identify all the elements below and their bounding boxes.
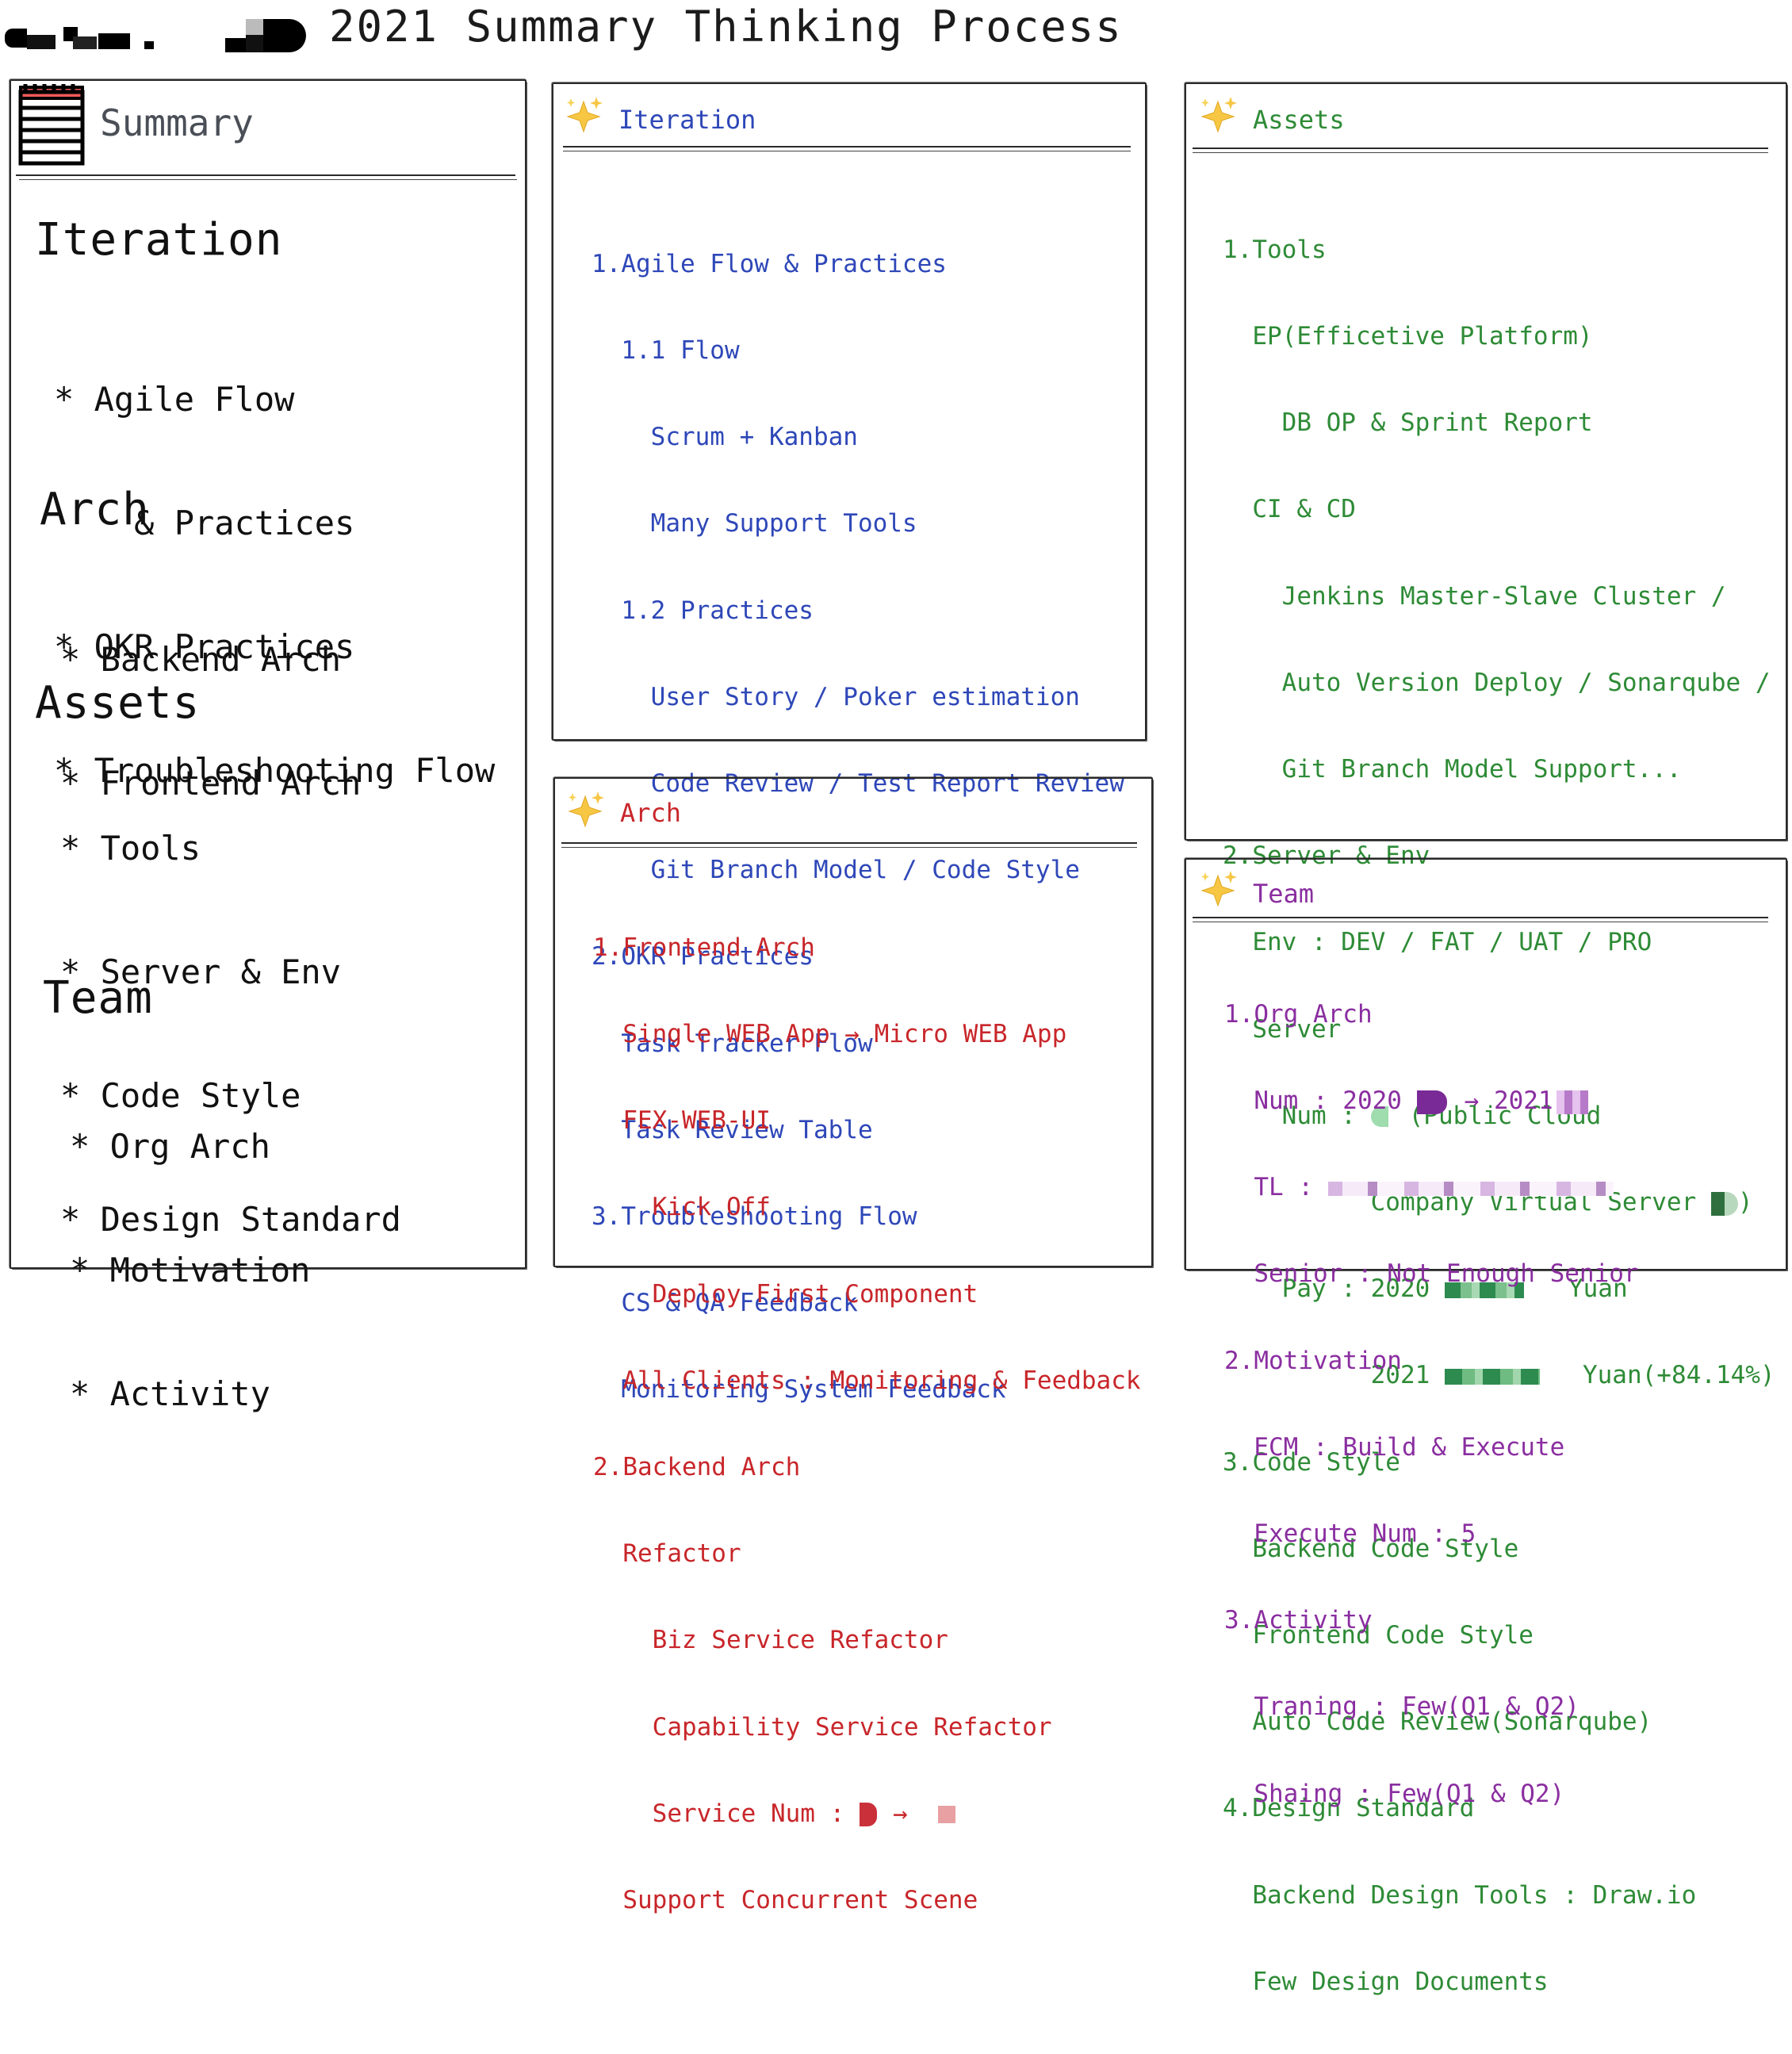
list-item: 2.Backend Arch [593, 1453, 801, 1482]
list-item: TL : [1224, 1173, 1639, 1201]
summary-header: Summary [100, 102, 254, 144]
sparkles-icon [1199, 869, 1239, 909]
team-card-title: Team [1253, 879, 1315, 909]
redacted-value [938, 1806, 956, 1824]
list-item: * Activity [70, 1374, 270, 1413]
list-item: 1.Agile Flow & Practices [592, 249, 947, 278]
list-item: Num : 2020 → 2021 [1224, 1086, 1639, 1115]
list-item: Shaing : Few(Q1 & Q2) [1224, 1779, 1565, 1808]
list-item: Support Concurrent Scene [593, 1886, 978, 1915]
list-item: Backend Design Tools : Draw.io [1223, 1880, 1697, 1910]
team-card: Team 1.Org Arch Num : 2020 → 2021 TL : S… [1184, 857, 1787, 1808]
list-item: Kick Off [593, 1193, 771, 1222]
list-item: DB OP & Sprint Report [1223, 408, 1593, 438]
summary-heading-assets: Assets [35, 677, 201, 729]
sparkles-icon [565, 95, 604, 135]
list-item: Senior : Not Enough Senior [1224, 1259, 1639, 1289]
list-item: FEX-WEB-UI [593, 1106, 771, 1136]
list-item: 3.Activity [1224, 1606, 1373, 1635]
assets-card-title: Assets [1253, 105, 1345, 135]
list-item: User Story / Poker estimation [592, 682, 1080, 711]
list-item: 1.Frontend Arch [593, 933, 815, 962]
arch-lines: 1.Frontend Arch Single WEB App → Micro W… [593, 876, 1141, 1972]
arch-card: Arch 1.Frontend Arch Single WEB App → Mi… [553, 776, 1153, 1914]
list-item: Auto Version Deploy / Sonarqube / [1223, 668, 1771, 697]
list-item: Execute Num : 5 [1224, 1519, 1476, 1549]
team-lines: 1.Org Arch Num : 2020 → 2021 TL : Senior… [1224, 942, 1639, 1866]
list-item: All Clients : Monitoring & Feedback [593, 1366, 1141, 1395]
list-item: Traning : Few(Q1 & Q2) [1224, 1692, 1579, 1722]
list-item: Few Design Documents [1223, 1967, 1549, 1996]
list-item: CI & CD [1223, 495, 1356, 524]
assets-card: Assets 1.Tools EP(Efficetive Platform) D… [1184, 82, 1787, 1996]
redacted-value [1327, 1181, 1614, 1196]
redacted-value [1556, 1090, 1588, 1114]
summary-heading-team: Team [43, 972, 153, 1024]
arch-card-title: Arch [620, 798, 682, 828]
summary-list-team: * Org Arch * Motivation * Activity [70, 1044, 310, 1497]
list-item: Refactor [593, 1539, 741, 1569]
list-item: * Agile Flow [54, 380, 295, 419]
list-item: * Backend Arch [60, 640, 342, 679]
notepad-icon [18, 84, 85, 166]
summary-heading-arch: Arch [40, 484, 150, 535]
list-item: Capability Service Refactor [593, 1712, 1052, 1742]
sparkles-icon [1199, 95, 1239, 135]
summary-heading-iteration: Iteration [35, 214, 283, 266]
iteration-card: Iteration 1.Agile Flow & Practices 1.1 F… [551, 82, 1147, 1404]
redacted-value [859, 1803, 877, 1827]
iteration-card-title: Iteration [618, 105, 756, 135]
list-item: 1.1 Flow [592, 336, 740, 366]
list-item: 1.2 Practices [592, 596, 814, 625]
page-title: 2021 Summary Thinking Process [329, 2, 1123, 52]
list-item: Single WEB App → Micro WEB App [593, 1020, 1067, 1049]
list-item: Deploy First Component [593, 1279, 978, 1309]
sparkles-icon [566, 790, 606, 830]
list-item: 2.Motivation [1224, 1346, 1402, 1375]
list-item: Git Branch Model Support... [1223, 755, 1682, 784]
list-item: 1.Org Arch [1224, 999, 1373, 1029]
list-item: 1.Tools [1223, 235, 1327, 264]
summary-panel: Summary Iteration * Agile Flow & Practic… [9, 79, 526, 1413]
list-item: Scrum + Kanban [592, 423, 858, 452]
list-item: Many Support Tools [592, 509, 917, 538]
list-item: Biz Service Refactor [593, 1626, 948, 1655]
list-item: * Tools [60, 829, 201, 868]
list-item: * Org Arch [70, 1127, 270, 1166]
redacted-logo [5, 10, 306, 54]
list-item: Service Num : → [593, 1799, 1141, 1828]
list-item: * Motivation [70, 1251, 311, 1289]
list-item: Jenkins Master-Slave Cluster / [1223, 581, 1726, 611]
list-item: ECM : Build & Execute [1224, 1432, 1565, 1462]
redacted-value [1416, 1090, 1447, 1114]
list-item: EP(Efficetive Platform) [1223, 322, 1593, 351]
